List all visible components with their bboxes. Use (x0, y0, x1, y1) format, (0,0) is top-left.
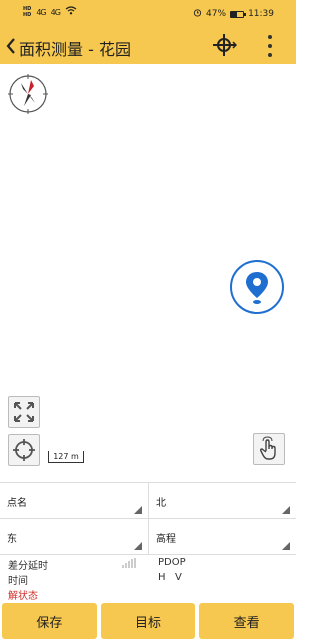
clock: 11:39 (248, 9, 274, 19)
app-title-bar: 面积测量 - 花园 (0, 28, 296, 64)
center-position-button[interactable] (8, 434, 40, 466)
east-field[interactable]: 东 (0, 519, 148, 555)
corner-triangle-icon (282, 542, 290, 550)
map-view[interactable]: 127 m (0, 64, 296, 482)
point-name-label: 点名 (7, 498, 27, 509)
h-label: H (158, 572, 166, 583)
status-left: HD HD 4G 4G (23, 6, 77, 18)
battery-percent: 47% (206, 9, 227, 19)
target-button[interactable]: 目标 (100, 603, 196, 639)
gnss-status-panel: 差分延时 时间 解状态 PDOP H V (0, 554, 296, 602)
page-title: 面积测量 - 花园 (19, 40, 131, 59)
signal2-text: 4G (50, 7, 61, 17)
wifi-icon (65, 6, 77, 18)
expand-arrows-icon (14, 402, 34, 422)
sim-labels: HD HD (23, 6, 31, 18)
status-right: 47% 11:39 (193, 8, 274, 20)
back-arrow-icon[interactable] (2, 33, 20, 57)
point-fields: 点名 北 东 高程 (0, 482, 296, 555)
bottom-action-bar: 保存 目标 查看 (0, 602, 296, 641)
status-bar: HD HD 4G 4G 47% 11:39 (0, 0, 296, 28)
battery-fill (231, 11, 237, 17)
zoom-extent-button[interactable] (8, 396, 40, 428)
north-field[interactable]: 北 (148, 483, 296, 519)
map-scale-bar: 127 m (48, 451, 84, 463)
elevation-label: 高程 (156, 534, 176, 545)
diff-latency-label: 差分延时 (8, 561, 48, 572)
north-label: 北 (156, 498, 166, 509)
hand-pointer-icon (259, 436, 276, 460)
sim2-label: HD (23, 12, 32, 18)
corner-triangle-icon (134, 542, 142, 550)
crosshair-icon (13, 439, 35, 461)
battery-icon (230, 10, 247, 18)
elevation-field[interactable]: 高程 (148, 519, 296, 555)
save-button[interactable]: 保存 (2, 603, 97, 639)
more-options-icon[interactable] (260, 33, 280, 59)
v-label: V (175, 572, 182, 583)
my-location-button[interactable] (229, 259, 285, 315)
corner-triangle-icon (282, 506, 290, 514)
alarm-icon (193, 8, 202, 20)
touch-select-button[interactable] (253, 433, 285, 465)
signal-strength-icon (122, 558, 136, 568)
fix-status-label: 解状态 (8, 591, 38, 602)
view-button[interactable]: 查看 (199, 603, 295, 639)
east-label: 东 (7, 534, 17, 545)
gps-target-icon[interactable] (211, 32, 238, 58)
point-name-field[interactable]: 点名 (0, 483, 148, 519)
corner-triangle-icon (134, 506, 142, 514)
signal1-text: 4G (36, 7, 46, 17)
pdop-label: PDOP (158, 557, 186, 568)
time-label: 时间 (8, 576, 28, 587)
compass-icon[interactable] (7, 73, 49, 115)
